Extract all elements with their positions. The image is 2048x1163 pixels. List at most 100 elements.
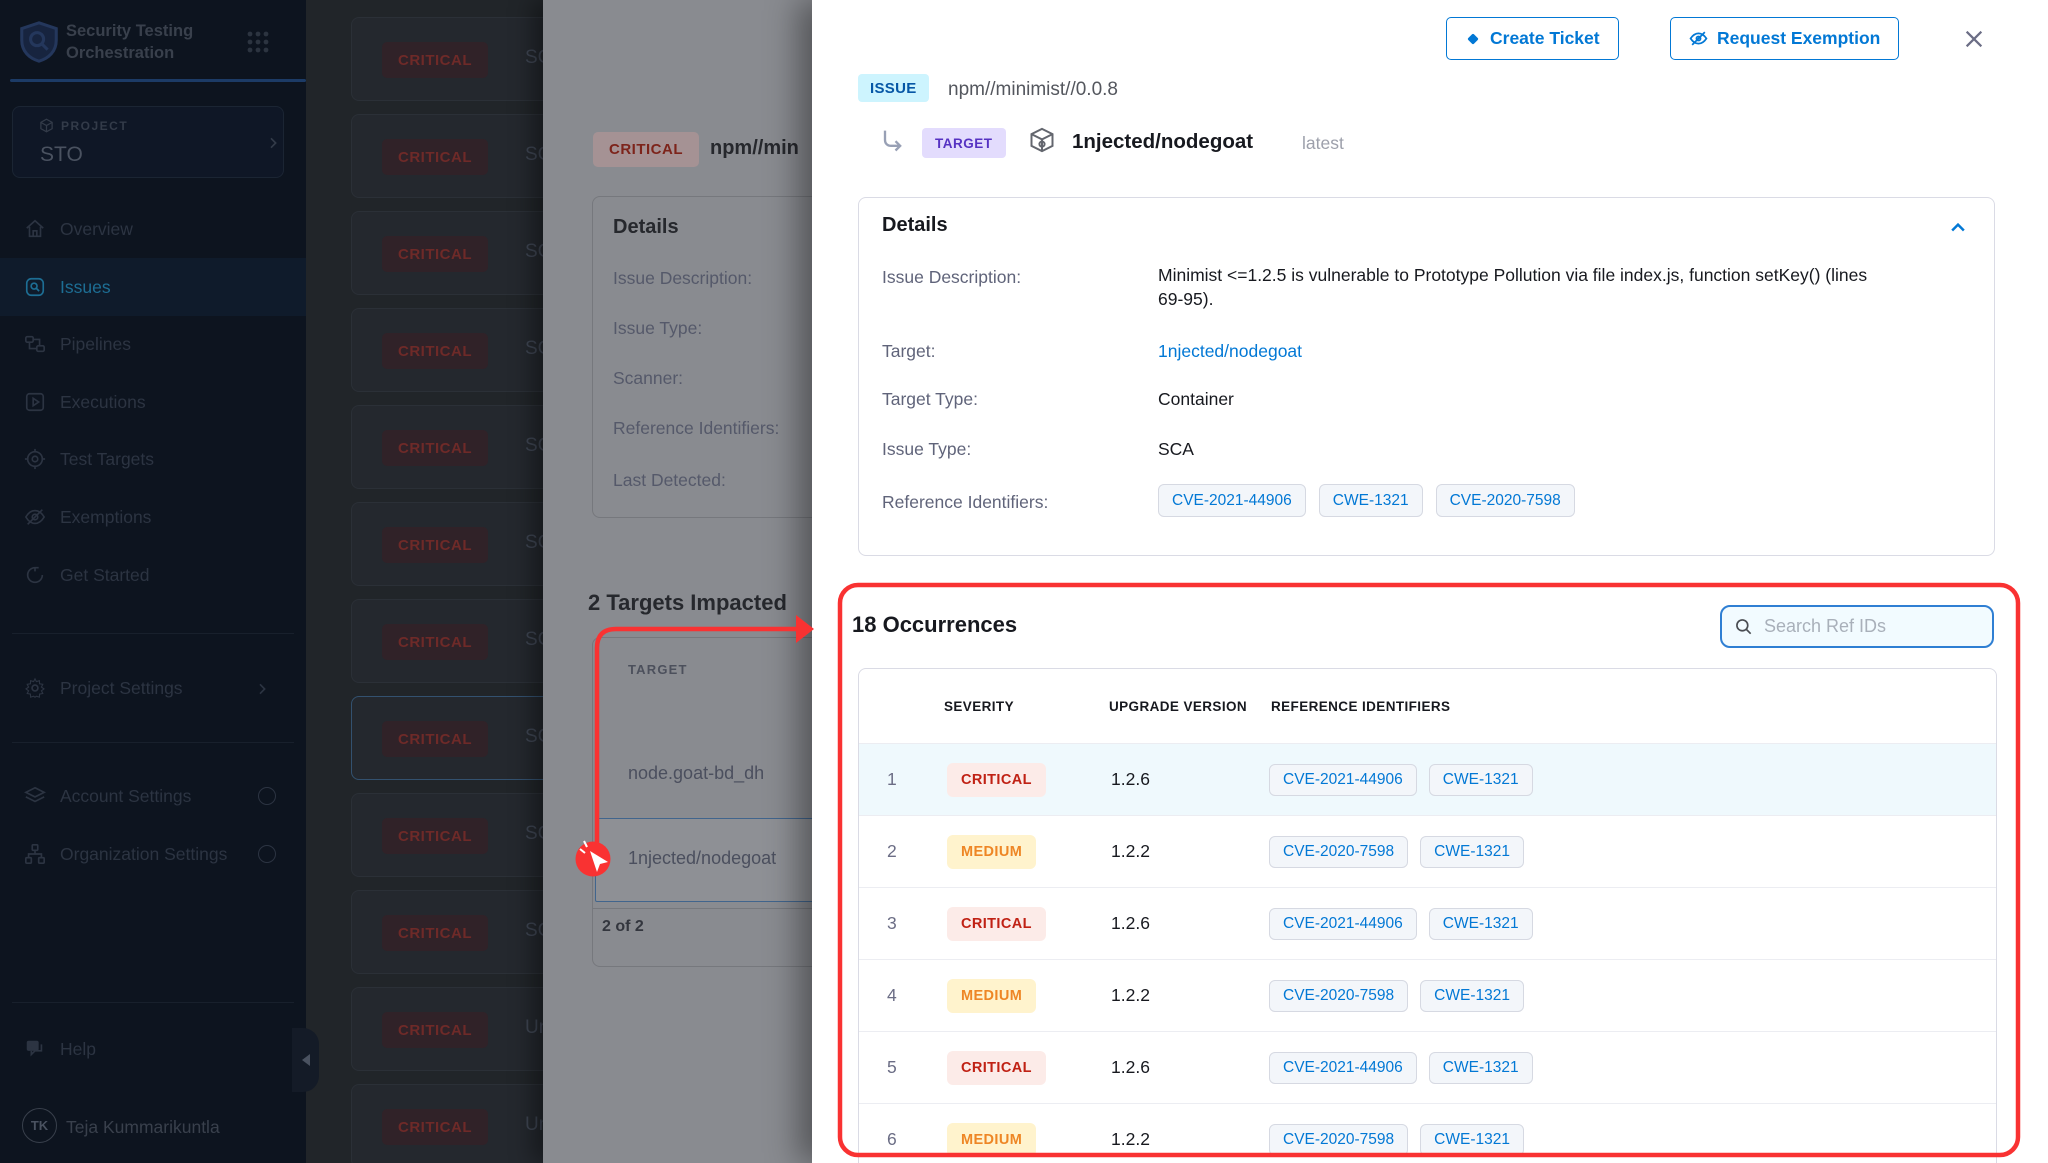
target-column-header: TARGET (628, 662, 688, 677)
occurrence-row[interactable]: 5 CRITICAL 1.2.6 CVE-2021-44906CWE-1321 (859, 1031, 1997, 1103)
severity-badge: CRITICAL (382, 527, 488, 563)
target-tag: latest (1302, 133, 1344, 154)
ref-id-chip[interactable]: CVE-2020-7598 (1269, 836, 1408, 868)
module-grid-icon[interactable] (246, 30, 270, 54)
severity-badge: MEDIUM (947, 979, 1036, 1013)
severity-badge: MEDIUM (947, 1123, 1036, 1157)
severity-badge: CRITICAL (382, 915, 488, 951)
sidebar-item-project-settings[interactable]: Project Settings (0, 659, 306, 717)
pagination-label: 2 of 2 (602, 918, 644, 936)
column-header-severity: SEVERITY (944, 699, 1014, 714)
sidebar-item-exemptions[interactable]: Exemptions (0, 488, 306, 546)
eye-off-icon (1689, 29, 1708, 48)
severity-badge: CRITICAL (947, 907, 1046, 941)
ref-id-chip[interactable]: CVE-2021-44906 (1158, 484, 1306, 517)
issues-shield-search-icon (24, 276, 46, 298)
package-icon (1028, 126, 1056, 159)
column-header-reference-identifiers: REFERENCE IDENTIFIERS (1271, 699, 1450, 714)
ref-id-chip[interactable]: CVE-2020-7598 (1269, 980, 1408, 1012)
severity-badge: CRITICAL (947, 1051, 1046, 1085)
chevron-right-icon (265, 135, 279, 149)
ref-id-chip[interactable]: CVE-2021-44906 (1269, 1052, 1417, 1084)
issue-type-value: SCA (1158, 439, 1194, 460)
target-type-value: Container (1158, 389, 1234, 410)
pipelines-icon (24, 333, 46, 355)
help-chat-icon: ? (24, 1038, 46, 1060)
lock-ring-icon (258, 787, 276, 805)
field-label: Target Type: (882, 389, 978, 410)
chevron-up-icon[interactable] (1948, 218, 1968, 243)
severity-badge: CRITICAL (382, 818, 488, 854)
target-row-selected[interactable]: 1njected/nodegoat (628, 848, 776, 869)
ref-id-chip[interactable]: CWE-1321 (1429, 908, 1533, 940)
sidebar-item-executions[interactable]: Executions (0, 373, 306, 431)
sidebar-item-account-settings[interactable]: Account Settings (0, 767, 306, 825)
sidebar-item-pipelines[interactable]: Pipelines (0, 315, 306, 373)
ref-id-chip[interactable]: CVE-2021-44906 (1269, 908, 1417, 940)
sidebar-item-test-targets[interactable]: Test Targets (0, 430, 306, 488)
request-exemption-button[interactable]: Request Exemption (1670, 17, 1899, 60)
cube-icon (39, 118, 54, 138)
svg-text:?: ? (30, 1042, 35, 1051)
sidebar-collapse-handle[interactable] (292, 1028, 319, 1092)
target-icon (24, 448, 46, 470)
executions-icon (24, 391, 46, 413)
ref-id-chip[interactable]: CWE-1321 (1420, 836, 1524, 868)
ref-id-chip[interactable]: CVE-2020-7598 (1436, 484, 1575, 517)
target-row[interactable]: node.goat-bd_dh (628, 763, 764, 784)
occurrence-row[interactable]: 1 CRITICAL 1.2.6 CVE-2021-44906CWE-1321 (859, 743, 1997, 815)
search-input[interactable] (1764, 616, 1964, 637)
severity-badge: CRITICAL (382, 721, 488, 757)
field-label: Reference Identifiers: (613, 418, 779, 439)
ref-id-chip[interactable]: CVE-2020-7598 (1269, 1124, 1408, 1156)
close-icon[interactable] (1960, 25, 1988, 53)
lock-ring-icon (258, 845, 276, 863)
severity-badge: CRITICAL (382, 1109, 488, 1145)
chevron-right-icon (254, 681, 268, 695)
severity-badge: CRITICAL (382, 624, 488, 660)
occurrence-row[interactable]: 4 MEDIUM 1.2.2 CVE-2020-7598CWE-1321 (859, 959, 1997, 1031)
occurrence-row[interactable]: 2 MEDIUM 1.2.2 CVE-2020-7598CWE-1321 (859, 815, 1997, 887)
field-label: Scanner: (613, 368, 683, 389)
occurrences-title: 18 Occurrences (852, 612, 1017, 638)
sidebar-item-issues[interactable]: Issues (0, 258, 306, 316)
search-ref-ids[interactable] (1720, 605, 1994, 648)
ref-id-chip[interactable]: CWE-1321 (1420, 1124, 1524, 1156)
create-ticket-button[interactable]: Create Ticket (1446, 17, 1619, 60)
sidebar-item-overview[interactable]: Overview (0, 200, 306, 258)
search-icon (1734, 617, 1754, 637)
occurrence-row[interactable]: 3 CRITICAL 1.2.6 CVE-2021-44906CWE-1321 (859, 887, 1997, 959)
field-label: Last Detected: (613, 470, 726, 491)
sidebar-item-organization-settings[interactable]: Organization Settings (0, 825, 306, 883)
elbow-arrow-icon (878, 126, 906, 159)
user-avatar[interactable]: TK (22, 1108, 57, 1143)
field-label: Target: (882, 341, 936, 362)
occurrences-table: SEVERITY UPGRADE VERSION REFERENCE IDENT… (858, 668, 1997, 1163)
ref-id-chip[interactable]: CVE-2021-44906 (1269, 764, 1417, 796)
sidebar-item-get-started[interactable]: Get Started (0, 546, 306, 604)
org-chart-icon (24, 843, 46, 865)
sidebar-header-rule (10, 79, 306, 82)
severity-badge: CRITICAL (382, 139, 488, 175)
sidebar-item-help[interactable]: ? Help (0, 1020, 306, 1078)
app-logo-shield-icon (16, 18, 62, 71)
reference-identifier-chips: CVE-2021-44906 CWE-1321 CVE-2020-7598 (1158, 484, 1575, 517)
field-label: Issue Description: (613, 268, 752, 289)
severity-badge: CRITICAL (382, 430, 488, 466)
target-link[interactable]: 1njected/nodegoat (1158, 341, 1302, 362)
ref-id-chip[interactable]: CWE-1321 (1319, 484, 1423, 517)
occurrence-row[interactable]: 6 MEDIUM 1.2.2 CVE-2020-7598CWE-1321 (859, 1103, 1997, 1163)
details-heading: Details (882, 214, 948, 237)
sidebar: Security TestingOrchestration PROJECT ST… (0, 0, 306, 1163)
ref-id-chip[interactable]: CWE-1321 (1420, 980, 1524, 1012)
severity-badge: CRITICAL (382, 333, 488, 369)
get-started-icon (24, 564, 46, 586)
ref-id-chip[interactable]: CWE-1321 (1429, 1052, 1533, 1084)
project-selector[interactable]: PROJECT STO (12, 106, 284, 178)
ref-id-chip[interactable]: CWE-1321 (1429, 764, 1533, 796)
field-label: Reference Identifiers: (882, 492, 1048, 513)
issue-title: npm//min (710, 137, 799, 160)
severity-badge: CRITICAL (382, 42, 488, 78)
column-header-upgrade-version: UPGRADE VERSION (1109, 699, 1247, 714)
user-name[interactable]: Teja Kummarikuntla (66, 1117, 220, 1138)
